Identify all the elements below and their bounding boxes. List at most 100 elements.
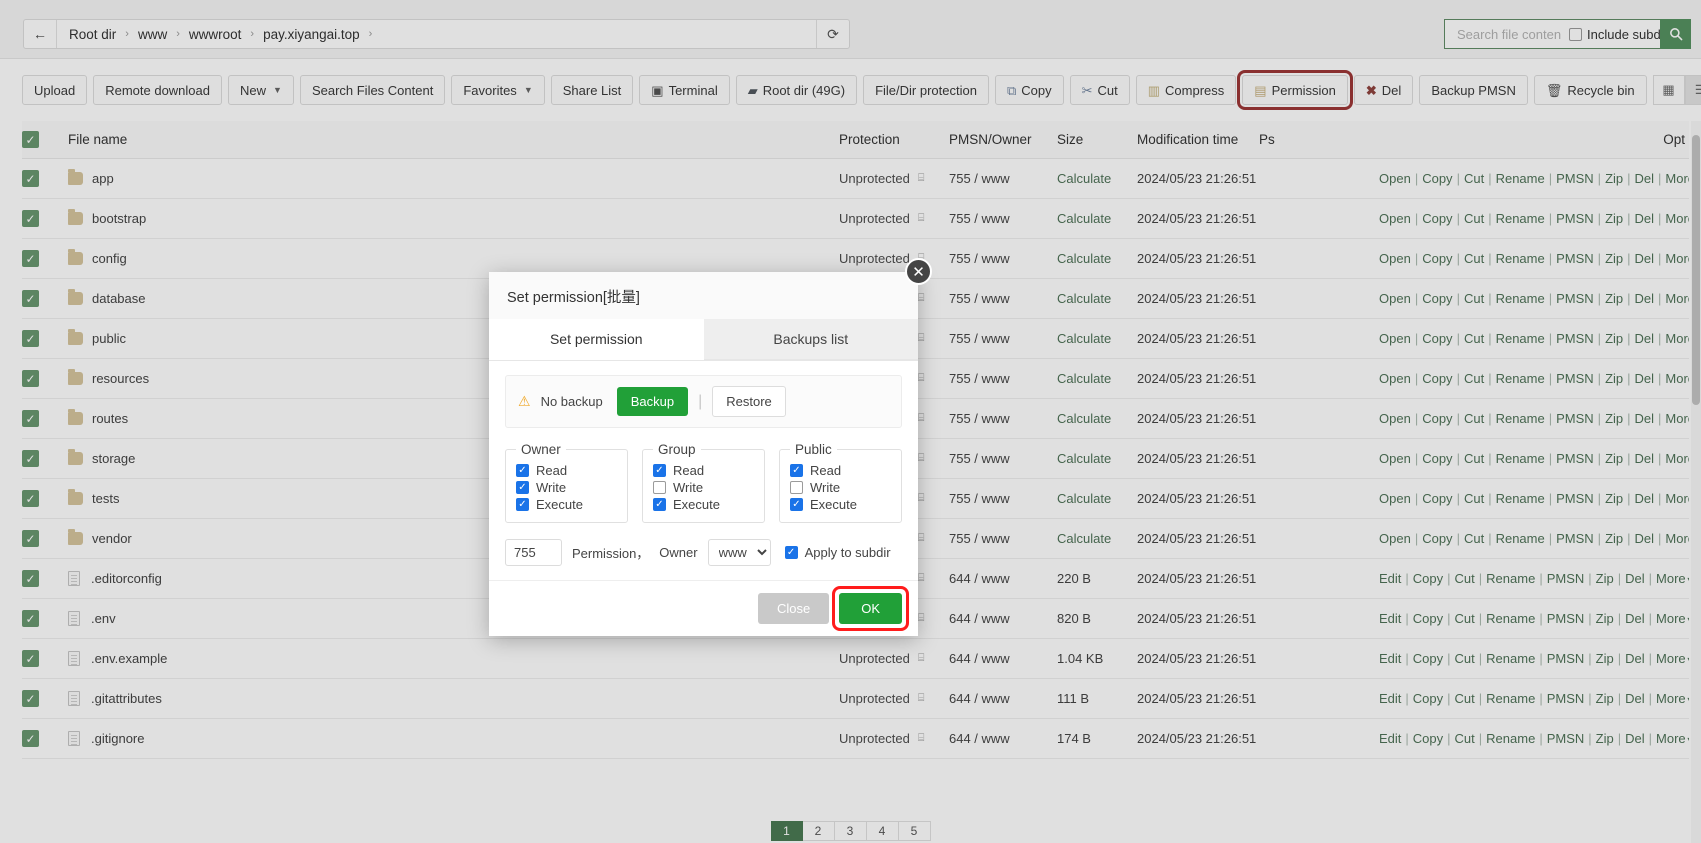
lock-icon[interactable]: ⌸ — [918, 172, 925, 185]
row-action-open[interactable]: Open — [1379, 451, 1411, 466]
row-checkbox[interactable]: ✓ — [22, 610, 39, 627]
row-action-zip[interactable]: Zip — [1605, 451, 1623, 466]
row-action-open[interactable]: Open — [1379, 531, 1411, 546]
row-checkbox[interactable]: ✓ — [22, 730, 39, 747]
ok-button[interactable]: OK — [839, 593, 902, 624]
lock-icon[interactable]: ⌸ — [918, 532, 925, 545]
row-action-copy[interactable]: Copy — [1422, 411, 1452, 426]
row-action-cut[interactable]: Cut — [1464, 251, 1484, 266]
row-action-rename[interactable]: Rename — [1496, 251, 1545, 266]
breadcrumb-item-3[interactable]: pay.xiyangai.top — [263, 27, 360, 42]
row-action-del[interactable]: Del — [1625, 571, 1645, 586]
row-action-cut[interactable]: Cut — [1464, 491, 1484, 506]
row-action-rename[interactable]: Rename — [1486, 651, 1535, 666]
owner-write-row[interactable]: ✓Write — [516, 479, 617, 496]
row-action-cut[interactable]: Cut — [1464, 531, 1484, 546]
row-file-name[interactable]: public — [92, 331, 126, 346]
row-file-name[interactable]: .env.example — [91, 651, 167, 666]
row-checkbox[interactable]: ✓ — [22, 490, 39, 507]
row-action-zip[interactable]: Zip — [1605, 411, 1623, 426]
row-size[interactable]: Calculate — [1057, 531, 1111, 546]
row-action-zip[interactable]: Zip — [1596, 571, 1614, 586]
row-action-open[interactable]: Open — [1379, 171, 1411, 186]
row-checkbox[interactable]: ✓ — [22, 250, 39, 267]
row-action-copy[interactable]: Copy — [1422, 171, 1452, 186]
row-action-cut[interactable]: Cut — [1464, 371, 1484, 386]
apply-to-subdir-row[interactable]: ✓ Apply to subdir — [785, 545, 891, 560]
row-action-copy[interactable]: Copy — [1422, 211, 1452, 226]
breadcrumb-item-2[interactable]: wwwroot — [189, 27, 242, 42]
row-action-copy[interactable]: Copy — [1413, 731, 1443, 746]
remote-download-button[interactable]: Remote download — [93, 75, 222, 105]
table-row[interactable]: ✓bootstrapUnprotected⌸755 / wwwCalculate… — [22, 199, 1689, 239]
del-button[interactable]: ✖Del — [1354, 75, 1413, 105]
group-execute-checkbox[interactable]: ✓ — [653, 498, 666, 511]
public-execute-row[interactable]: ✓Execute — [790, 496, 891, 513]
row-action-more[interactable]: More▼ — [1665, 251, 1689, 266]
row-action-del[interactable]: Del — [1635, 411, 1655, 426]
row-action-pmsn[interactable]: PMSN — [1547, 731, 1585, 746]
row-action-pmsn[interactable]: PMSN — [1556, 531, 1594, 546]
row-action-more[interactable]: More▼ — [1665, 171, 1689, 186]
row-action-rename[interactable]: Rename — [1496, 371, 1545, 386]
row-action-open[interactable]: Open — [1379, 211, 1411, 226]
row-size[interactable]: Calculate — [1057, 371, 1111, 386]
row-action-cut[interactable]: Cut — [1455, 651, 1475, 666]
include-subdir-toggle[interactable]: Include subdir — [1569, 27, 1668, 42]
header-size[interactable]: Size — [1057, 121, 1137, 159]
backup-pmsn-button[interactable]: Backup PMSN — [1419, 75, 1528, 105]
public-read-row[interactable]: ✓Read — [790, 462, 891, 479]
row-action-pmsn[interactable]: PMSN — [1547, 571, 1585, 586]
row-action-del[interactable]: Del — [1635, 331, 1655, 346]
row-action-more[interactable]: More▼ — [1665, 291, 1689, 306]
row-action-zip[interactable]: Zip — [1596, 651, 1614, 666]
row-action-zip[interactable]: Zip — [1605, 211, 1623, 226]
row-checkbox[interactable]: ✓ — [22, 650, 39, 667]
row-action-del[interactable]: Del — [1635, 491, 1655, 506]
row-action-pmsn[interactable]: PMSN — [1556, 411, 1594, 426]
row-file-name[interactable]: bootstrap — [92, 211, 146, 226]
row-checkbox[interactable]: ✓ — [22, 290, 39, 307]
row-action-rename[interactable]: Rename — [1486, 731, 1535, 746]
row-action-copy[interactable]: Copy — [1422, 251, 1452, 266]
search-icon[interactable] — [1660, 19, 1691, 49]
permission-button[interactable]: ▤Permission — [1242, 75, 1348, 105]
breadcrumb-item-0[interactable]: Root dir — [69, 27, 116, 42]
row-action-copy[interactable]: Copy — [1422, 451, 1452, 466]
row-action-zip[interactable]: Zip — [1605, 171, 1623, 186]
row-file-name[interactable]: vendor — [92, 531, 132, 546]
tab-backups-list[interactable]: Backups list — [704, 319, 919, 360]
row-action-pmsn[interactable]: PMSN — [1556, 171, 1594, 186]
table-row[interactable]: ✓.gitattributesUnprotected⌸644 / www111 … — [22, 679, 1689, 719]
row-size[interactable]: Calculate — [1057, 451, 1111, 466]
public-write-checkbox[interactable] — [790, 481, 803, 494]
row-action-open[interactable]: Open — [1379, 251, 1411, 266]
grid-view-icon[interactable]: ▦ — [1653, 75, 1685, 105]
row-action-del[interactable]: Del — [1635, 371, 1655, 386]
row-size[interactable]: Calculate — [1057, 331, 1111, 346]
row-action-cut[interactable]: Cut — [1464, 331, 1484, 346]
row-action-copy[interactable]: Copy — [1413, 691, 1443, 706]
upload-button[interactable]: Upload — [22, 75, 87, 105]
row-action-more[interactable]: More▼ — [1665, 531, 1689, 546]
row-action-open[interactable]: Open — [1379, 331, 1411, 346]
apply-to-subdir-checkbox[interactable]: ✓ — [785, 546, 798, 559]
lock-icon[interactable]: ⌸ — [918, 412, 925, 425]
lock-icon[interactable]: ⌸ — [918, 372, 925, 385]
close-button[interactable]: Close — [758, 593, 829, 624]
page-3[interactable]: 3 — [835, 821, 867, 841]
group-write-checkbox[interactable] — [653, 481, 666, 494]
row-action-zip[interactable]: Zip — [1596, 611, 1614, 626]
row-file-name[interactable]: .editorconfig — [91, 571, 162, 586]
row-action-rename[interactable]: Rename — [1496, 291, 1545, 306]
row-checkbox[interactable]: ✓ — [22, 210, 39, 227]
row-action-rename[interactable]: Rename — [1496, 171, 1545, 186]
row-action-del[interactable]: Del — [1625, 611, 1645, 626]
file-dir-protection-button[interactable]: File/Dir protection — [863, 75, 989, 105]
list-view-icon[interactable]: ☰ — [1685, 75, 1701, 105]
row-action-more[interactable]: More▼ — [1656, 611, 1689, 626]
back-icon[interactable]: ← — [24, 20, 57, 48]
header-pmsn-owner[interactable]: PMSN/Owner — [949, 121, 1057, 159]
permission-input[interactable] — [505, 539, 562, 566]
row-action-cut[interactable]: Cut — [1455, 571, 1475, 586]
